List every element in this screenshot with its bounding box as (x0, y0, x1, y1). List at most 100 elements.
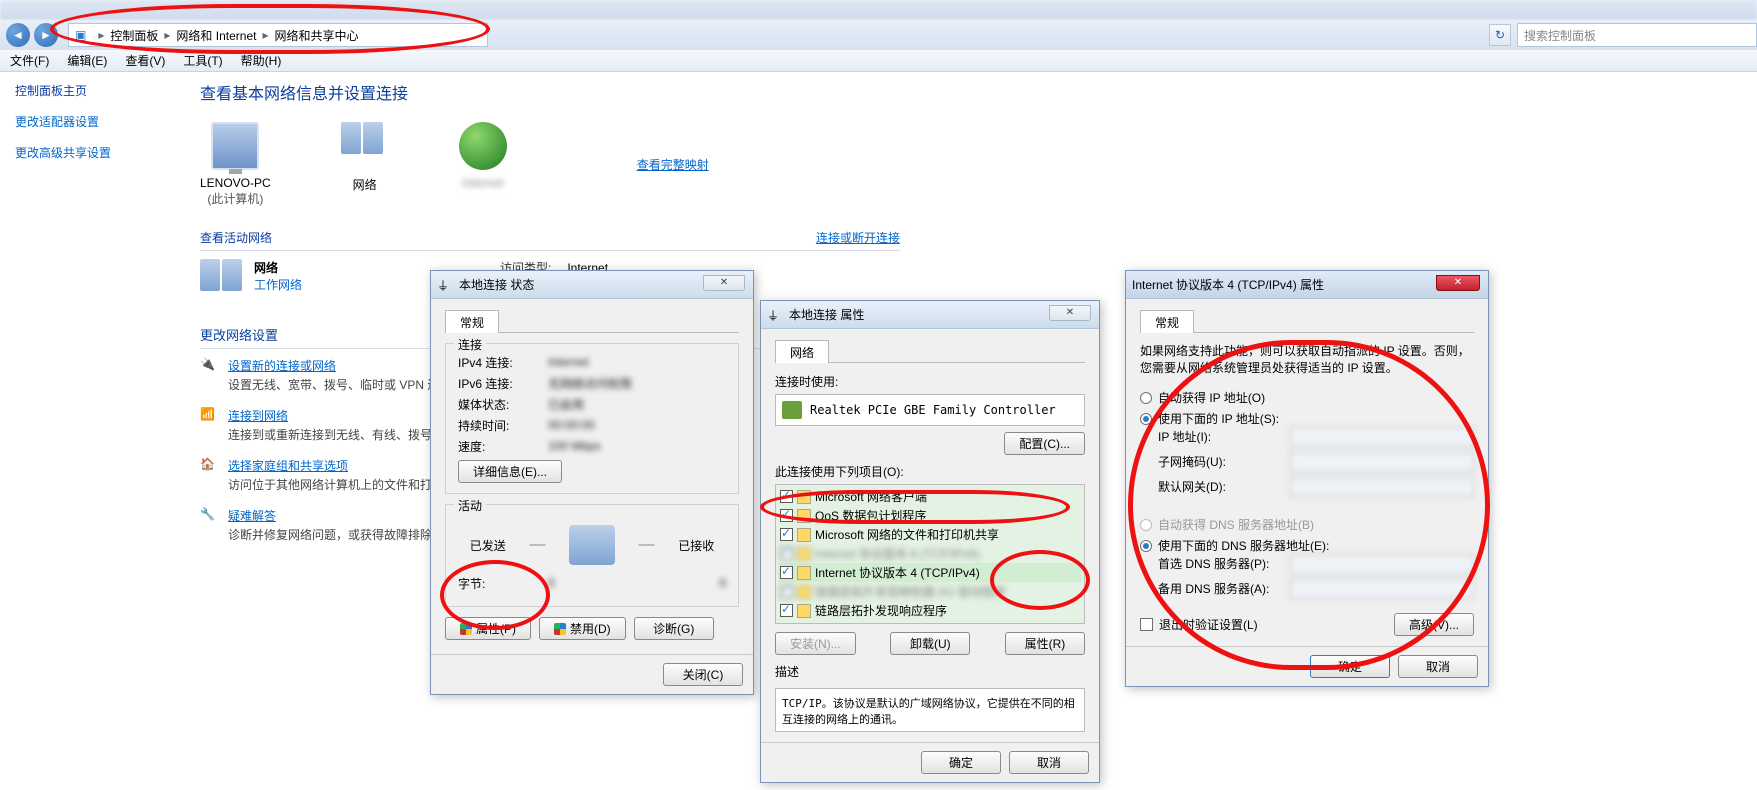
list-item: QoS 数据包计划程序 (778, 506, 1082, 525)
radio-manual-ip[interactable] (1140, 413, 1152, 425)
link-cp-home[interactable]: 控制面板主页 (15, 82, 165, 99)
search-input[interactable]: 搜索控制面板 (1517, 23, 1757, 47)
link-new-connection[interactable]: 设置新的连接或网络 (228, 359, 336, 373)
label-dns2: 备用 DNS 服务器(A): (1140, 580, 1290, 597)
close-button[interactable]: 关闭(C) (663, 663, 743, 686)
tab-general[interactable]: 常规 (1140, 310, 1194, 333)
input-dns1[interactable] (1290, 554, 1474, 574)
link-network-type[interactable]: 工作网络 (254, 278, 302, 292)
label-gateway: 默认网关(D): (1140, 478, 1290, 495)
network-name: 网络 (254, 259, 302, 276)
internet-icon (459, 122, 507, 170)
breadcrumb-seg[interactable]: 网络和共享中心 (274, 27, 358, 44)
checkbox-validate[interactable] (1140, 618, 1153, 631)
link-connect-network[interactable]: 连接到网络 (228, 409, 288, 423)
refresh-button[interactable]: ↻ (1489, 24, 1511, 46)
tab-network[interactable]: 网络 (775, 340, 829, 363)
close-button[interactable]: ✕ (1049, 305, 1091, 321)
input-ip[interactable] (1290, 427, 1474, 447)
radio-auto-ip[interactable] (1140, 392, 1152, 404)
link-homegroup[interactable]: 选择家庭组和共享选项 (228, 459, 348, 473)
dialog-title: 本地连接 属性 (789, 306, 864, 323)
configure-button[interactable]: 配置(C)... (1004, 432, 1085, 455)
map-network-label: 网络 (341, 176, 389, 193)
plug-icon: ⏚ (437, 277, 453, 293)
checkbox[interactable] (780, 566, 793, 579)
protocol-list[interactable]: Microsoft 网络客户端 QoS 数据包计划程序 Microsoft 网络… (775, 484, 1085, 624)
dialog-title: Internet 协议版本 4 (TCP/IPv4) 属性 (1132, 276, 1324, 293)
ok-button[interactable]: 确定 (921, 751, 1001, 774)
diagnose-button[interactable]: 诊断(G) (634, 617, 714, 640)
link-troubleshoot[interactable]: 疑难解答 (228, 509, 276, 523)
protocol-icon (797, 604, 811, 618)
nav-back-button[interactable]: ◄ (6, 23, 30, 47)
label-ip: IP 地址(I): (1140, 428, 1290, 445)
label-validate[interactable]: 退出时验证设置(L) (1159, 616, 1258, 633)
item-properties-button[interactable]: 属性(R) (1005, 632, 1085, 655)
shield-icon (554, 623, 566, 635)
adapter-box: Realtek PCIe GBE Family Controller (775, 394, 1085, 426)
link-connect-disconnect[interactable]: 连接或断开连接 (816, 229, 900, 246)
dialog-connection-status: ⏚ 本地连接 状态 ✕ 常规 连接 IPv4 连接:Internet IPv6 … (430, 270, 754, 695)
page-title: 查看基本网络信息并设置连接 (200, 80, 1749, 104)
dialog-connection-properties: ⏚ 本地连接 属性 ✕ 网络 连接时使用: Realtek PCIe GBE F… (760, 300, 1100, 783)
value-ipv6: 无网络访问权限 (548, 375, 632, 392)
menu-edit[interactable]: 编辑(E) (67, 52, 107, 69)
group-activity: 活动 (454, 497, 486, 514)
advanced-button[interactable]: 高级(V)... (1394, 613, 1474, 636)
label-auto-ip[interactable]: 自动获得 IP 地址(O) (1158, 391, 1265, 405)
cancel-button[interactable]: 取消 (1009, 751, 1089, 774)
side-nav: 控制面板主页 更改适配器设置 更改高级共享设置 (15, 82, 165, 175)
uninstall-button[interactable]: 卸载(U) (890, 632, 970, 655)
menu-bar: 文件(F) 编辑(E) 查看(V) 工具(T) 帮助(H) (0, 50, 1757, 72)
label-manual-ip[interactable]: 使用下面的 IP 地址(S): (1158, 412, 1279, 426)
shield-icon (460, 623, 472, 635)
breadcrumb-seg[interactable]: 控制面板 (110, 27, 158, 44)
activity-monitors-icon (569, 525, 615, 565)
checkbox[interactable] (780, 585, 793, 598)
checkbox[interactable] (780, 547, 793, 560)
adapter-name: Realtek PCIe GBE Family Controller (810, 403, 1056, 417)
intro-text: 如果网络支持此功能，则可以获取自动指派的 IP 设置。否则，您需要从网络系统管理… (1140, 343, 1474, 377)
details-button[interactable]: 详细信息(E)... (458, 460, 562, 483)
close-button[interactable]: ✕ (703, 275, 745, 291)
disable-button[interactable]: 禁用(D) (539, 617, 626, 640)
checkbox[interactable] (780, 528, 793, 541)
task-troubleshoot-icon: 🔧 (200, 507, 228, 543)
input-gateway[interactable] (1290, 477, 1474, 497)
network-icon (341, 122, 389, 170)
radio-manual-dns[interactable] (1140, 540, 1152, 552)
value-bytes-recv: 0 (719, 576, 726, 590)
cancel-button[interactable]: 取消 (1398, 655, 1478, 678)
list-item: Microsoft 网络的文件和打印机共享 (778, 525, 1082, 544)
menu-tools[interactable]: 工具(T) (183, 52, 222, 69)
tab-general[interactable]: 常规 (445, 310, 499, 333)
breadcrumb-seg[interactable]: 网络和 Internet (176, 27, 256, 44)
close-button[interactable]: ✕ (1436, 275, 1480, 291)
menu-help[interactable]: 帮助(H) (241, 52, 282, 69)
nav-forward-button[interactable]: ► (34, 23, 58, 47)
install-button[interactable]: 安装(N)... (775, 632, 856, 655)
menu-file[interactable]: 文件(F) (10, 52, 49, 69)
list-item: Internet 协议版本 6 (TCP/IPv6) (778, 544, 1082, 563)
checkbox[interactable] (780, 509, 793, 522)
task-homegroup-icon: 🏠 (200, 457, 228, 493)
label-duration: 持续时间: (458, 417, 548, 434)
map-pc-sub: (此计算机) (207, 192, 263, 206)
ok-button[interactable]: 确定 (1310, 655, 1390, 678)
link-change-adapter[interactable]: 更改适配器设置 (15, 113, 165, 130)
label-items: 此连接使用下列项目(O): (775, 463, 1085, 480)
label-mask: 子网掩码(U): (1140, 453, 1290, 470)
input-dns2[interactable] (1290, 579, 1474, 599)
menu-view[interactable]: 查看(V) (125, 52, 165, 69)
label-manual-dns[interactable]: 使用下面的 DNS 服务器地址(E): (1158, 539, 1329, 553)
map-internet-label: Internet (459, 176, 507, 190)
link-adv-sharing[interactable]: 更改高级共享设置 (15, 144, 165, 161)
link-full-map[interactable]: 查看完整映射 (637, 156, 709, 173)
checkbox[interactable] (780, 490, 793, 503)
input-mask[interactable] (1290, 452, 1474, 472)
group-connection: 连接 (454, 336, 486, 353)
breadcrumb[interactable]: ▣ ▸ 控制面板 ▸ 网络和 Internet ▸ 网络和共享中心 (68, 23, 488, 47)
properties-button[interactable]: 属性(P) (445, 617, 531, 640)
checkbox[interactable] (780, 604, 793, 617)
